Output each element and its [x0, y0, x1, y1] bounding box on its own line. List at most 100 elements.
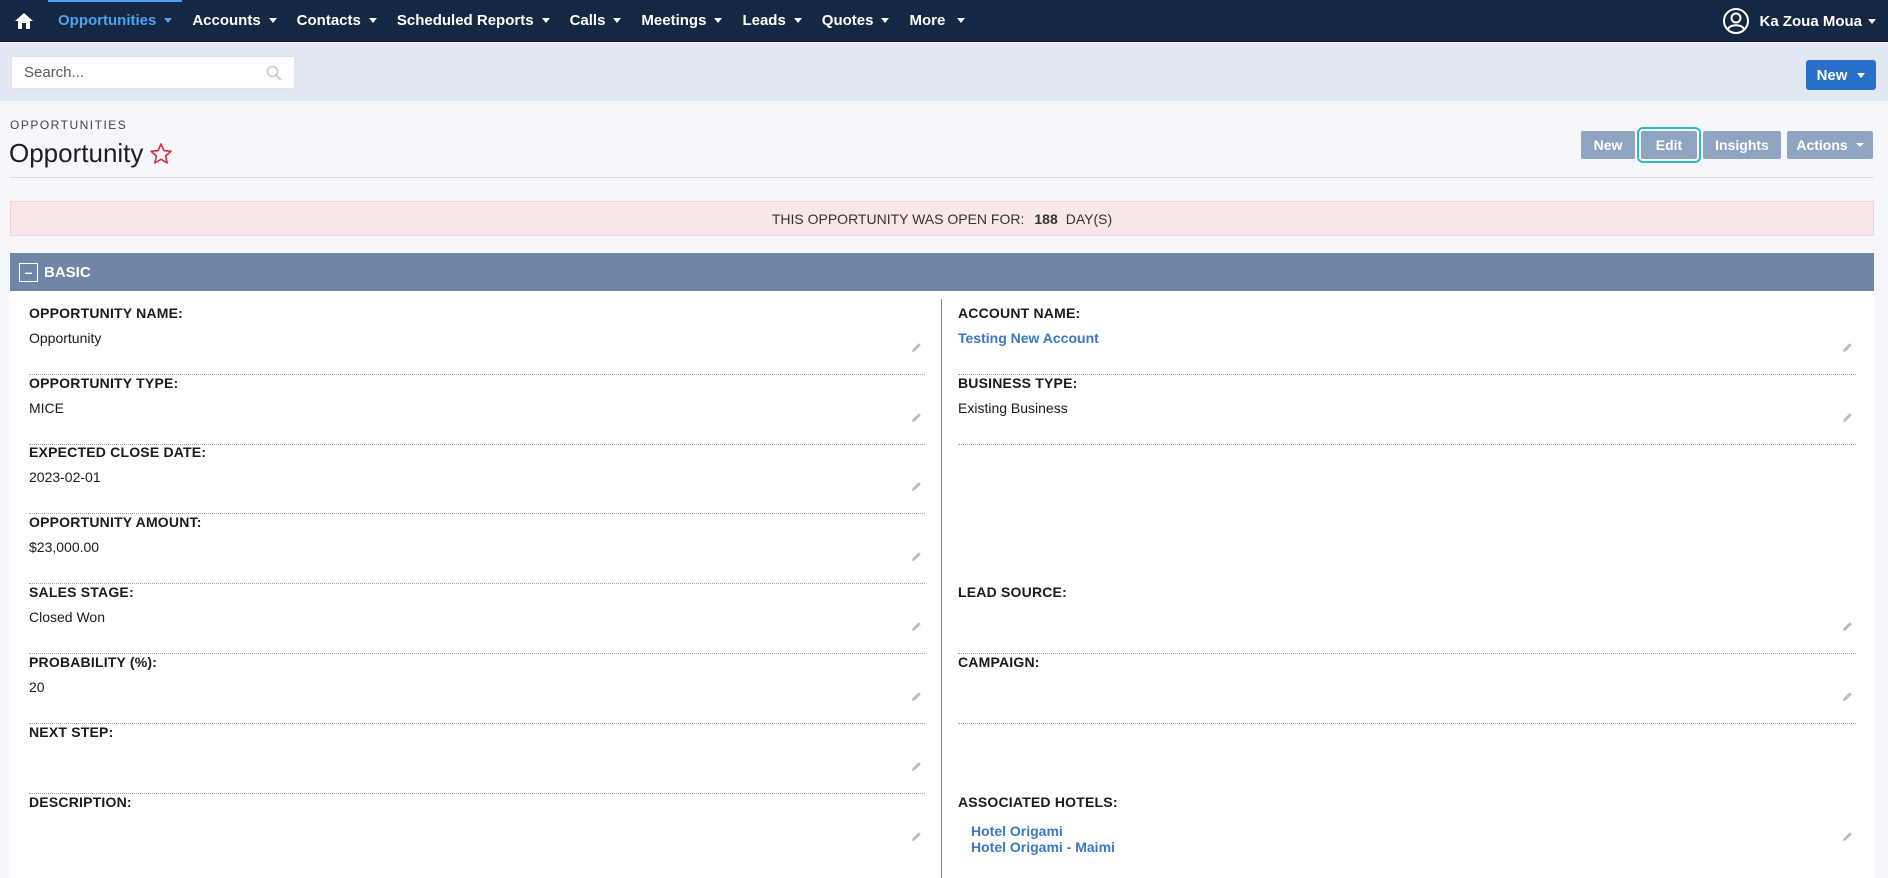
- nav-opportunities[interactable]: Opportunities: [48, 0, 183, 42]
- edit-pencil-icon[interactable]: [910, 341, 923, 354]
- field-label: OPPORTUNITY TYPE:: [29, 375, 179, 391]
- nav-accounts[interactable]: Accounts: [182, 0, 286, 42]
- favorite-star-icon[interactable]: [149, 142, 173, 166]
- chevron-down-icon: [714, 18, 723, 23]
- user-avatar-icon: [1723, 8, 1750, 34]
- edit-pencil-icon[interactable]: [910, 480, 923, 493]
- field-label: ASSOCIATED HOTELS:: [958, 794, 1118, 810]
- nav-quotes[interactable]: Quotes: [812, 0, 900, 42]
- nav-label: Meetings: [641, 12, 707, 29]
- hotel-list: Hotel Origami Hotel Origami - Maimi: [971, 823, 1856, 855]
- new-button[interactable]: New: [1581, 131, 1635, 159]
- field-label: DESCRIPTION:: [29, 794, 132, 810]
- field-label: LEAD SOURCE:: [958, 584, 1067, 600]
- alert-prefix: THIS OPPORTUNITY WAS OPEN FOR:: [771, 210, 1025, 227]
- panel-header-basic[interactable]: – BASIC: [10, 253, 1874, 291]
- edit-pencil-icon[interactable]: [1841, 830, 1854, 843]
- chevron-down-icon: [1857, 72, 1866, 78]
- search-bar-area: New: [0, 43, 1888, 101]
- field-label: OPPORTUNITY NAME:: [29, 305, 184, 321]
- edit-pencil-icon[interactable]: [910, 620, 923, 633]
- nav-label: More: [909, 12, 946, 29]
- field-underline: [958, 444, 1856, 445]
- chevron-down-icon: [164, 18, 173, 23]
- chevron-down-icon: [1868, 18, 1876, 24]
- edit-pencil-icon[interactable]: [910, 760, 923, 773]
- panel-title: BASIC: [44, 263, 91, 281]
- field-account-name: ACCOUNT NAME: Testing New Account: [958, 305, 1856, 375]
- nav-contacts[interactable]: Contacts: [287, 0, 387, 42]
- actions-label: Actions: [1796, 137, 1848, 153]
- user-menu[interactable]: Ka Zoua Moua: [1723, 0, 1876, 42]
- chevron-down-icon: [368, 18, 377, 23]
- edit-pencil-icon[interactable]: [910, 550, 923, 563]
- search-box: [11, 56, 295, 89]
- nav-more[interactable]: More: [899, 0, 975, 42]
- field-expected-close-date: EXPECTED CLOSE DATE: 2023-02-01: [29, 444, 925, 514]
- field-label: OPPORTUNITY AMOUNT:: [29, 514, 202, 530]
- nav-label: Quotes: [821, 12, 874, 29]
- field-label: PROBABILITY (%):: [29, 654, 158, 670]
- search-icon[interactable]: [266, 65, 282, 81]
- collapse-icon[interactable]: –: [19, 262, 38, 282]
- field-label: NEXT STEP:: [29, 724, 114, 740]
- chevron-down-icon: [541, 18, 550, 23]
- field-next-step: NEXT STEP:: [29, 724, 925, 794]
- nav-calls[interactable]: Calls: [560, 0, 632, 42]
- alert-days: 188: [1034, 210, 1058, 227]
- field-label: CAMPAIGN:: [958, 654, 1040, 670]
- field-business-type: BUSINESS TYPE: Existing Business: [958, 375, 1856, 445]
- field-value: Existing Business: [958, 400, 1068, 416]
- field-sales-stage: SALES STAGE: Closed Won: [29, 584, 925, 654]
- field-value: Closed Won: [29, 609, 106, 625]
- field-value: 2023-02-01: [29, 469, 101, 485]
- field-probability: PROBABILITY (%): 20: [29, 654, 925, 724]
- edit-pencil-icon[interactable]: [910, 690, 923, 703]
- field-label: BUSINESS TYPE:: [958, 375, 1078, 391]
- record-title: Opportunity: [9, 138, 144, 168]
- alert-suffix: DAY(S): [1065, 210, 1113, 227]
- edit-pencil-icon[interactable]: [1841, 620, 1854, 633]
- nav-label: Leads: [742, 12, 786, 29]
- edit-pencil-icon[interactable]: [1841, 690, 1854, 703]
- new-button-label: New: [1816, 66, 1848, 84]
- edit-pencil-icon[interactable]: [910, 411, 923, 424]
- edit-button[interactable]: Edit: [1637, 127, 1701, 163]
- account-link[interactable]: Testing New Account: [958, 330, 1856, 346]
- field-associated-hotels: ASSOCIATED HOTELS: Hotel Origami Hotel O…: [958, 794, 1856, 864]
- actions-dropdown-button[interactable]: Actions: [1787, 131, 1873, 159]
- new-record-button[interactable]: New: [1806, 60, 1876, 90]
- chevron-down-icon: [613, 18, 622, 23]
- edit-pencil-icon[interactable]: [1841, 341, 1854, 354]
- home-button[interactable]: [0, 0, 48, 42]
- field-value: 20: [29, 679, 45, 695]
- chevron-down-icon: [268, 18, 277, 23]
- edit-pencil-icon[interactable]: [910, 830, 923, 843]
- insights-button[interactable]: Insights: [1703, 131, 1781, 159]
- record-action-bar: New Edit Insights Actions: [1581, 127, 1873, 163]
- field-description: DESCRIPTION:: [29, 794, 925, 864]
- nav-label: Opportunities: [58, 12, 157, 29]
- field-lead-source: LEAD SOURCE:: [958, 584, 1856, 654]
- field-opportunity-type: OPPORTUNITY TYPE: MICE: [29, 375, 925, 445]
- open-duration-alert: THIS OPPORTUNITY WAS OPEN FOR: 188 DAY(S…: [10, 201, 1874, 236]
- hotel-link[interactable]: Hotel Origami: [971, 823, 1856, 839]
- chevron-down-icon: [793, 18, 802, 23]
- nav-scheduled-reports[interactable]: Scheduled Reports: [387, 0, 560, 42]
- nav-leads[interactable]: Leads: [732, 0, 811, 42]
- hotel-link[interactable]: Hotel Origami - Maimi: [971, 839, 1856, 855]
- nav-label: Scheduled Reports: [396, 12, 534, 29]
- nav-label: Accounts: [192, 12, 261, 29]
- field-label: ACCOUNT NAME:: [958, 305, 1081, 321]
- field-value: Opportunity: [29, 330, 102, 346]
- edit-pencil-icon[interactable]: [1841, 411, 1854, 424]
- search-input[interactable]: [12, 57, 252, 88]
- chevron-down-icon: [1855, 143, 1864, 147]
- field-underline: [958, 723, 1856, 724]
- field-value: MICE: [29, 400, 64, 416]
- top-navigation: Opportunities Accounts Contacts Schedule…: [0, 0, 1888, 42]
- field-label: EXPECTED CLOSE DATE:: [29, 444, 207, 460]
- field-value: $23,000.00: [29, 539, 100, 555]
- module-label: OPPORTUNITIES: [10, 118, 128, 132]
- nav-meetings[interactable]: Meetings: [631, 0, 732, 42]
